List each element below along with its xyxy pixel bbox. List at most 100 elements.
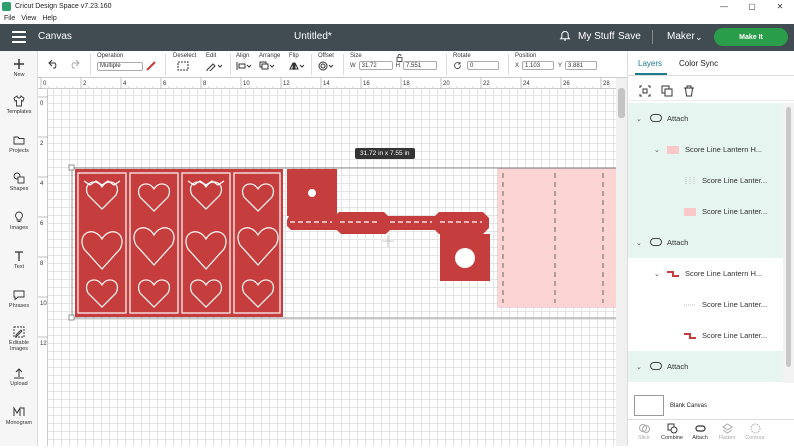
menu-file[interactable]: File [4, 15, 15, 22]
attach-button[interactable]: Attach [686, 423, 714, 441]
arrange-group: Arrange [259, 53, 280, 73]
size-height-input[interactable]: 7.551 [403, 61, 438, 70]
layer-subgroup[interactable]: ⌄ Score Line Lantern H... [628, 134, 783, 165]
attach-icon [650, 238, 662, 246]
edit-pencil-icon[interactable] [206, 61, 223, 73]
nav-projects[interactable]: Projects [0, 134, 38, 154]
nav-shapes[interactable]: Shapes [0, 172, 38, 192]
lantern-box-template[interactable] [287, 169, 490, 281]
arrange-label: Arrange [259, 53, 281, 59]
deselect-group: Deselect [173, 53, 196, 73]
menu-view[interactable]: View [21, 15, 36, 22]
layer-item[interactable]: Score Line Lanter... [628, 320, 783, 351]
chevron-down-icon[interactable]: ⌄ [654, 146, 660, 154]
ruler-label: 8 [203, 81, 207, 87]
ruler-label: 2 [40, 141, 44, 147]
make-it-button[interactable]: Make It [714, 28, 788, 46]
layer-group-attach[interactable]: ⌄ Attach [628, 103, 783, 134]
tab-color-sync[interactable]: Color Sync [679, 59, 718, 68]
operation-select[interactable]: Multiple [97, 61, 143, 71]
layer-item[interactable]: Score Line Lanter... [628, 289, 783, 320]
nav-text[interactable]: Text [0, 250, 38, 270]
rotate-input[interactable]: 0 [467, 61, 499, 70]
maximize-button[interactable]: ▢ [738, 0, 766, 13]
layer-subgroup[interactable]: ⌄ Score Line Lantern H... [628, 258, 783, 289]
nav-images[interactable]: Images [0, 211, 38, 231]
toolbar-separator [446, 54, 447, 75]
position-x-input[interactable]: 1.103 [522, 61, 555, 70]
machine-selector[interactable]: Maker [667, 31, 695, 42]
rotate-label: Rotate [453, 53, 471, 59]
speech-bubble-icon [13, 290, 25, 301]
deselect-icon[interactable] [177, 61, 189, 71]
size-width-input[interactable]: 31.72 [358, 61, 393, 70]
flatten-button[interactable]: Flatten [713, 423, 741, 441]
notification-bell-icon[interactable] [559, 30, 571, 42]
blank-canvas-swatch[interactable] [634, 395, 664, 416]
layers-scrollbar-thumb[interactable] [786, 107, 791, 367]
position-y-input[interactable]: 3.881 [565, 61, 598, 70]
header-divider [652, 30, 653, 44]
layer-item[interactable]: Score Line Lanter... [628, 196, 783, 227]
design-canvas[interactable] [48, 89, 616, 446]
close-button[interactable]: ✕ [766, 0, 794, 13]
heart-lantern-panel[interactable] [75, 169, 283, 317]
minimize-button[interactable]: — [710, 0, 738, 13]
pen-color-icon[interactable] [146, 61, 156, 71]
pink-lantern-panel[interactable] [497, 168, 616, 308]
ruler-label: 0 [43, 81, 47, 87]
ruler-label: 6 [163, 81, 167, 87]
chevron-down-icon[interactable]: ⌄ [636, 239, 642, 247]
save-button[interactable]: Save [618, 31, 641, 42]
flip-icon[interactable] [289, 61, 305, 71]
undo-icon[interactable] [48, 59, 60, 69]
attach-icon [694, 425, 706, 432]
delete-icon[interactable] [683, 85, 695, 97]
ruler-label: 10 [40, 301, 47, 307]
my-stuff-link[interactable]: My Stuff [578, 31, 615, 42]
monogram-icon [13, 406, 25, 416]
canvas-scrollbar[interactable] [616, 78, 627, 446]
nav-templates[interactable]: Templates [0, 95, 38, 115]
ruler-vertical: 0 2 4 6 8 10 12 [38, 89, 48, 446]
position-group: Position X 1.103 Y 3.881 [515, 53, 598, 70]
window-controls: — ▢ ✕ [710, 0, 794, 13]
offset-icon[interactable] [318, 61, 334, 71]
combine-button[interactable]: Combine [658, 423, 686, 441]
canvas-scrollbar-thumb[interactable] [618, 88, 625, 118]
nav-monogram[interactable]: Monogram [0, 406, 38, 426]
selection-handle[interactable] [68, 314, 75, 321]
chevron-down-icon[interactable]: ⌄ [695, 32, 703, 43]
editable-image-icon [13, 326, 25, 338]
nav-new[interactable]: New [0, 58, 38, 78]
chevron-down-icon[interactable]: ⌄ [636, 115, 642, 123]
ruler-vertical-ticks: 0 2 4 6 8 10 12 [38, 96, 48, 347]
hamburger-menu-icon[interactable] [12, 31, 26, 43]
layer-item[interactable]: Score Line Lanter... [628, 165, 783, 196]
ruler-label: 12 [40, 341, 47, 347]
chevron-down-icon[interactable]: ⌄ [654, 270, 660, 278]
contour-button[interactable]: Contour [741, 423, 769, 441]
shapes-icon [13, 172, 25, 184]
duplicate-icon[interactable] [661, 85, 673, 97]
tab-layers[interactable]: Layers [638, 59, 662, 68]
layer-group-attach[interactable]: ⌄ Attach [628, 227, 783, 258]
nav-editable-images[interactable]: Editable Images [0, 326, 38, 352]
layers-scrollbar[interactable] [783, 103, 794, 383]
ruler-label: 8 [40, 261, 44, 267]
layer-group-attach[interactable]: ⌄ Attach [628, 351, 783, 382]
slice-button[interactable]: Slice [630, 423, 658, 441]
edit-label: Edit [206, 53, 217, 59]
toolbar-separator [311, 54, 312, 75]
arrange-icon[interactable] [259, 61, 275, 71]
group-layers-icon[interactable] [639, 85, 651, 97]
nav-phrases[interactable]: Phrases [0, 289, 38, 309]
window-titlebar: Cricut Design Space v7.23.160 — ▢ ✕ [0, 0, 794, 13]
selection-handle[interactable] [68, 164, 75, 171]
align-icon[interactable] [236, 61, 252, 71]
lock-icon[interactable] [396, 54, 403, 62]
nav-upload[interactable]: Upload [0, 367, 38, 387]
redo-icon[interactable] [68, 59, 80, 69]
menu-help[interactable]: Help [42, 15, 56, 22]
chevron-down-icon[interactable]: ⌄ [636, 363, 642, 371]
